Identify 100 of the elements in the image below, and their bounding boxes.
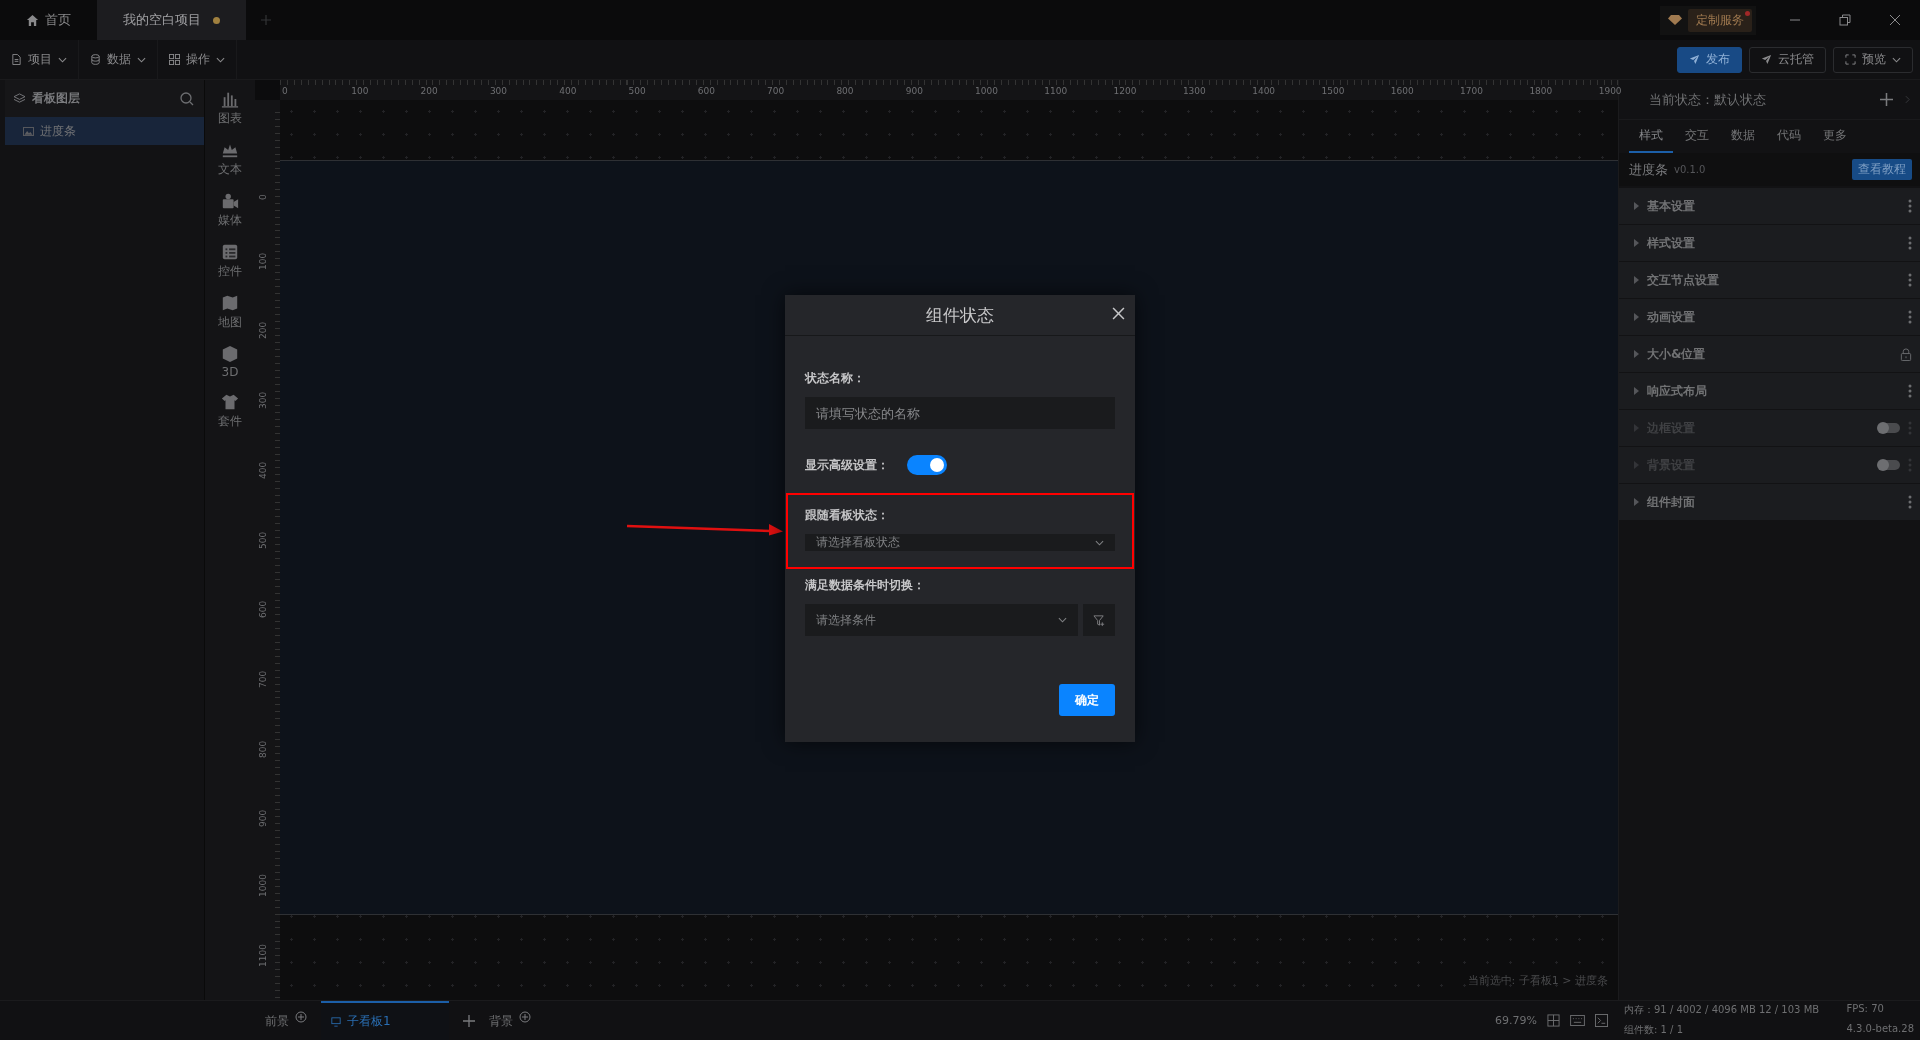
ruler-label: 100 xyxy=(351,86,369,96)
component-category[interactable]: 文本 xyxy=(218,141,242,178)
inspector-tab[interactable]: 代码 xyxy=(1767,120,1811,153)
custom-service-button[interactable]: 定制服务 xyxy=(1688,8,1752,32)
inspector-tab[interactable]: 更多 xyxy=(1813,120,1857,153)
section-title: 样式设置 xyxy=(1647,234,1696,252)
fullscreen-icon xyxy=(1845,54,1856,65)
add-icon[interactable] xyxy=(1880,93,1893,106)
ruler-label: 500 xyxy=(258,531,268,549)
settings-section[interactable]: 样式设置 xyxy=(1619,225,1920,261)
version-label: 4.3.0-beta.28 xyxy=(1846,1023,1914,1036)
more-icon[interactable] xyxy=(1908,384,1912,398)
component-category[interactable]: 3D xyxy=(221,345,239,379)
board-tab[interactable]: 前景 xyxy=(265,1000,307,1040)
state-value: 默认状态 xyxy=(1714,90,1766,109)
chevron-down-icon xyxy=(1095,539,1104,546)
list-icon xyxy=(221,243,239,261)
more-icon[interactable] xyxy=(1908,310,1912,324)
preview-button[interactable]: 预览 xyxy=(1833,46,1913,73)
expand-icon xyxy=(1634,424,1639,432)
field-label: 满足数据条件时切换： xyxy=(805,577,926,594)
panel-title: 看板图层 xyxy=(32,90,80,107)
settings-section[interactable]: 组件封面 xyxy=(1619,484,1920,520)
caret-icon xyxy=(58,56,67,63)
ruler-label: 700 xyxy=(767,86,785,96)
menu-button[interactable]: 操作 xyxy=(158,39,237,80)
tutorial-button[interactable]: 查看教程 xyxy=(1852,159,1912,180)
ruler-label: 1200 xyxy=(1113,86,1137,96)
more-icon[interactable] xyxy=(1908,495,1912,509)
bar-chart-icon xyxy=(221,90,239,108)
ruler-label: 800 xyxy=(258,740,268,758)
component-category[interactable]: 地图 xyxy=(218,294,242,331)
ruler-label: 1100 xyxy=(1044,86,1068,96)
inspector-tab[interactable]: 数据 xyxy=(1721,120,1765,153)
inspector-tab[interactable]: 交互 xyxy=(1675,120,1719,153)
settings-section[interactable]: 响应式布局 xyxy=(1619,373,1920,409)
keyboard-icon[interactable] xyxy=(1570,1015,1585,1026)
settings-section[interactable]: 基本设置 xyxy=(1619,188,1920,224)
layer-item[interactable]: 进度条 xyxy=(5,117,204,145)
search-icon[interactable] xyxy=(180,91,194,106)
expand-icon xyxy=(1634,202,1639,210)
close-icon[interactable] xyxy=(1889,14,1901,26)
memory-usage: 内存：91 / 4002 / 4096 MB 12 / 103 MB xyxy=(1624,1003,1821,1017)
section-title: 响应式布局 xyxy=(1647,382,1708,400)
dropdown[interactable]: 请选择条件 xyxy=(805,604,1078,636)
chevron-down-icon xyxy=(1058,617,1067,623)
ruler-label: 1500 xyxy=(1321,86,1345,96)
settings-section[interactable]: 动画设置 xyxy=(1619,299,1920,335)
component-category[interactable]: 图表 xyxy=(218,90,242,127)
ruler-label: 600 xyxy=(697,86,715,96)
field-label: 跟随看板状态： xyxy=(805,507,890,524)
add-circle-icon[interactable] xyxy=(519,1010,531,1023)
ruler-label: 300 xyxy=(489,86,508,96)
paper-plane-icon xyxy=(1689,54,1700,65)
dropdown[interactable]: 请选择看板状态 xyxy=(805,534,1115,551)
video-camera-icon xyxy=(221,192,239,210)
expand-icon xyxy=(1634,350,1639,358)
component-count: 组件数: 1 / 1 xyxy=(1624,1023,1684,1037)
more-icon[interactable] xyxy=(1908,199,1912,213)
board-tab[interactable]: 背景 xyxy=(489,1000,531,1040)
add-icon[interactable] xyxy=(463,1014,475,1027)
settings-section[interactable]: 交互节点设置 xyxy=(1619,262,1920,298)
ruler-label: 0 xyxy=(258,194,268,200)
fps-counter: FPS: 70 xyxy=(1846,1003,1885,1016)
window-tab[interactable]: 我的空白项目 xyxy=(97,0,246,40)
ruler-label: 1700 xyxy=(1460,86,1483,96)
input-field[interactable]: 请填写状态的名称 xyxy=(805,397,1115,429)
filter-button[interactable] xyxy=(1083,604,1115,636)
restore-icon[interactable] xyxy=(1839,14,1851,26)
component-category[interactable]: 媒体 xyxy=(218,192,242,229)
more-icon[interactable] xyxy=(1908,273,1912,287)
field-label: 状态名称： xyxy=(805,370,866,387)
component-category[interactable]: 套件 xyxy=(218,393,242,430)
database-icon xyxy=(90,54,101,65)
state-label: 当前状态： xyxy=(1649,90,1714,109)
ruler-label: 200 xyxy=(258,322,268,340)
expand-icon xyxy=(1634,387,1639,395)
ruler-label: 700 xyxy=(258,670,268,688)
expand-icon xyxy=(1634,276,1639,284)
board-icon xyxy=(331,1016,341,1027)
section-title: 动画设置 xyxy=(1647,308,1696,326)
confirm-button[interactable]: 确定 xyxy=(1059,684,1115,716)
expand-icon xyxy=(1634,239,1639,247)
field-label: 显示高级设置： xyxy=(805,456,889,474)
publish-button[interactable]: 发布 xyxy=(1677,46,1742,73)
lock-icon[interactable] xyxy=(1900,347,1912,361)
close-icon xyxy=(1112,307,1125,320)
menu-button[interactable]: 项目 xyxy=(0,39,79,80)
fit-icon[interactable] xyxy=(1547,1014,1560,1027)
more-icon[interactable] xyxy=(1908,236,1912,250)
cloud-hosting-button[interactable]: 云托管 xyxy=(1749,46,1826,73)
toggle-switch[interactable] xyxy=(907,455,947,475)
menu-button[interactable]: 数据 xyxy=(79,39,158,80)
caret-icon xyxy=(1892,56,1901,63)
expand-icon xyxy=(1634,498,1639,506)
terminal-icon[interactable] xyxy=(1595,1014,1608,1027)
add-circle-icon[interactable] xyxy=(295,1010,307,1023)
ruler-label: 400 xyxy=(559,86,577,96)
settings-section[interactable]: 大小&位置 xyxy=(1619,336,1920,372)
component-category[interactable]: 控件 xyxy=(218,243,242,280)
